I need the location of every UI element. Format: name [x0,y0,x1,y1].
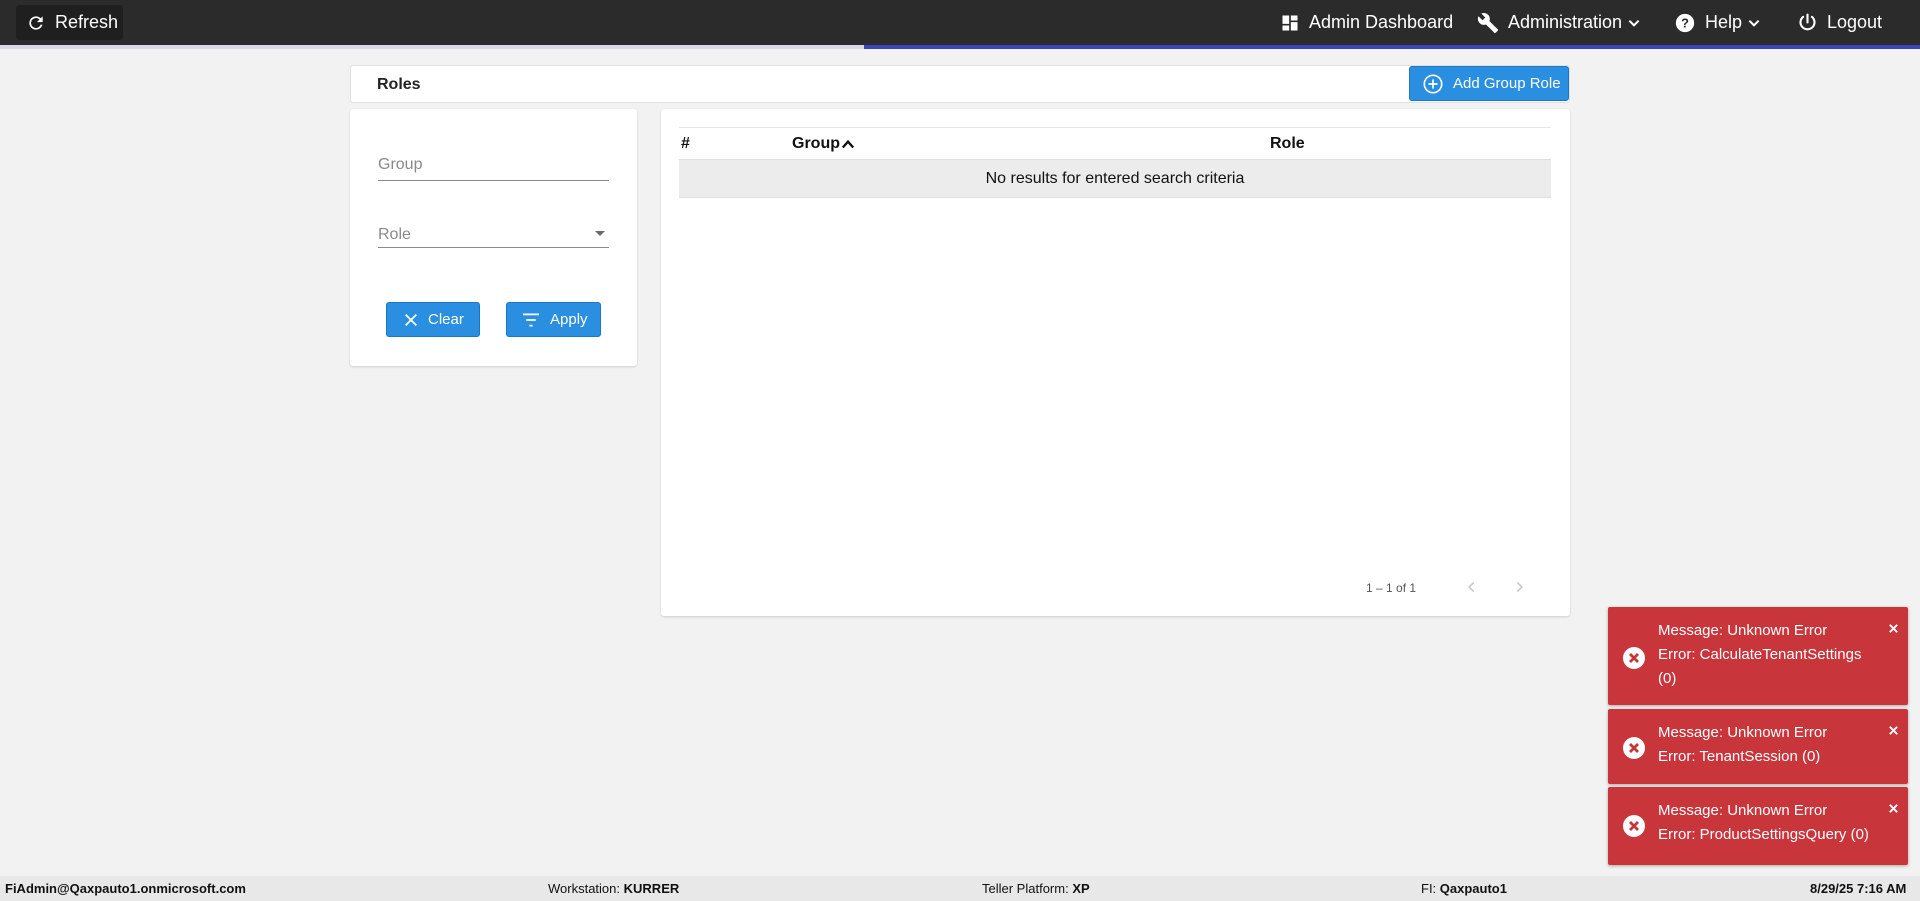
group-field [378,147,609,181]
column-header-number: # [681,135,690,152]
progress-fill [864,45,1920,49]
admin-dashboard-link[interactable]: Admin Dashboard [1280,0,1453,45]
empty-results-row: No results for entered search criteria [679,160,1551,198]
refresh-button[interactable]: Refresh [16,5,123,40]
refresh-label: Refresh [55,12,119,32]
status-fi: FI: Qaxpauto1 [1421,881,1507,896]
sort-ascending-icon [841,139,855,149]
empty-results-message: No results for entered search criteria [985,169,1245,187]
apply-button[interactable]: Apply [506,302,601,337]
chevron-down-icon [1748,19,1760,27]
clear-label: Clear [428,311,464,328]
status-datetime: 8/29/25 7:16 AM [1810,881,1907,896]
wrench-icon [1477,12,1499,33]
logout-label: Logout [1827,12,1883,32]
status-workstation: Workstation: KURRER [548,881,680,896]
chevron-left-icon [1468,581,1475,593]
loading-progress-bar [0,45,1920,49]
chevron-down-icon [1628,19,1640,27]
group-input[interactable] [378,147,609,177]
column-header-role[interactable]: Role [1270,135,1305,153]
error-circle-icon [1623,647,1645,669]
clear-button[interactable]: Clear [386,302,480,337]
role-select-placeholder: Role [378,226,411,243]
close-icon[interactable] [1888,623,1899,634]
power-icon [1799,13,1816,31]
administration-menu[interactable]: Administration [1477,0,1641,45]
chevron-right-icon [1516,581,1523,593]
plus-circle-icon [1423,73,1443,94]
error-toast[interactable]: Message: Unknown Error Error: TenantSess… [1608,709,1908,784]
svg-text:?: ? [1681,15,1689,30]
add-group-role-label: Add Group Role [1453,75,1561,92]
close-icon[interactable] [1888,803,1899,814]
error-circle-icon [1623,815,1645,837]
help-menu[interactable]: ? Help [1674,0,1761,45]
error-toast[interactable]: Message: Unknown Error Error: ProductSet… [1608,787,1908,865]
administration-label: Administration [1508,12,1623,32]
pagination-range: 1 – 1 of 1 [1366,581,1417,595]
status-teller-platform: Teller Platform: XP [982,881,1090,896]
logout-button[interactable]: Logout [1797,0,1882,45]
next-page-button[interactable] [1507,575,1531,599]
error-toast[interactable]: Message: Unknown Error Error: CalculateT… [1608,607,1908,705]
status-bar: FiAdmin@Qaxpauto1.onmicrosoft.com Workst… [0,876,1920,901]
page-title: Roles [377,76,421,93]
admin-dashboard-label: Admin Dashboard [1309,12,1454,32]
dashboard-icon [1282,15,1298,30]
dropdown-arrow-icon [595,231,605,236]
roles-table-panel: # Group Role No results for entered sear… [661,109,1570,616]
table-header: # Group Role [679,127,1551,160]
toast-message: Message: Unknown Error Error: CalculateT… [1658,622,1862,687]
error-circle-icon [1623,737,1645,759]
column-header-group[interactable]: Group [792,135,855,153]
help-label: Help [1705,12,1743,32]
filter-panel: Role Clear Apply [350,109,637,366]
close-icon [405,313,417,326]
close-icon[interactable] [1888,725,1899,736]
add-group-role-button[interactable]: Add Group Role [1409,66,1569,101]
status-user: FiAdmin@Qaxpauto1.onmicrosoft.com [5,881,246,896]
previous-page-button[interactable] [1460,575,1484,599]
refresh-icon [29,15,43,30]
filter-icon [523,313,539,326]
toast-message: Message: Unknown Error Error: ProductSet… [1658,802,1869,843]
page-header: Roles [350,65,1570,103]
help-circle-icon: ? [1675,13,1695,32]
apply-label: Apply [550,311,588,328]
top-navigation-bar: Refresh Admin Dashboard Administration ?… [0,0,1920,45]
toast-message: Message: Unknown Error Error: TenantSess… [1658,724,1828,765]
role-select[interactable]: Role [378,214,609,248]
